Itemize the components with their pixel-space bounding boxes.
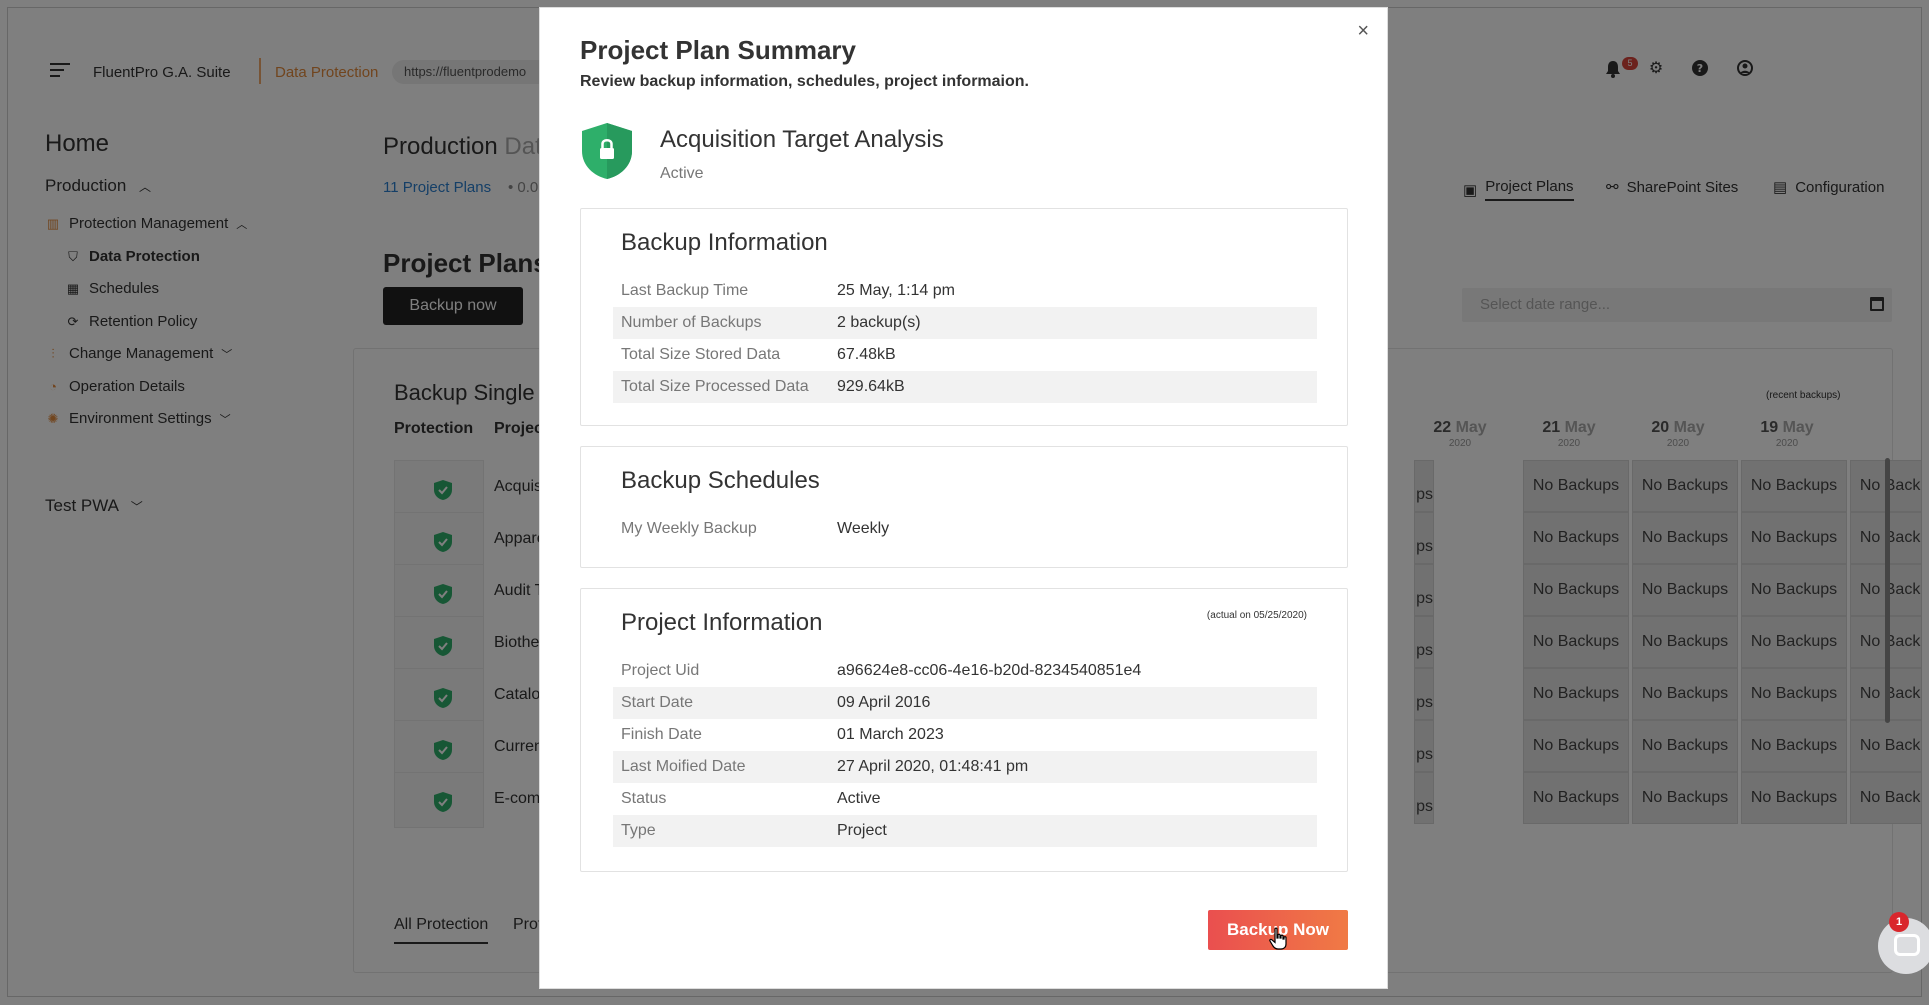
kv-value: 929.64kB	[837, 378, 905, 395]
kv-key: Project Uid	[621, 662, 700, 679]
kv-key: Total Size Processed Data	[621, 378, 809, 395]
kv-key: Start Date	[621, 694, 694, 711]
kv-row: Status Active	[613, 783, 1317, 815]
kv-row: Total Size Processed Data 929.64kB	[613, 371, 1317, 403]
kv-key: Number of Backups	[621, 314, 762, 331]
project-plan-summary-modal: × Project Plan Summary Review backup inf…	[539, 7, 1388, 989]
kv-key: Last Moified Date	[621, 758, 746, 775]
kv-row: My Weekly Backup Weekly	[613, 513, 1317, 545]
card-title: Backup Schedules	[621, 467, 820, 494]
backup-schedules-card: Backup Schedules My Weekly Backup Weekly	[580, 446, 1348, 568]
kv-key: Status	[621, 790, 667, 807]
kv-value: a96624e8-cc06-4e16-b20d-8234540851e4	[837, 662, 1142, 679]
modal-title: Project Plan Summary	[580, 35, 856, 65]
project-name: Acquisition Target Analysis	[660, 126, 944, 153]
kv-key: Type	[621, 822, 656, 839]
kv-row: Finish Date 01 March 2023	[613, 719, 1317, 751]
kv-value: 25 May, 1:14 pm	[837, 282, 955, 299]
card-title: Backup Information	[621, 229, 828, 256]
project-information-card: Project Information (actual on 05/25/202…	[580, 588, 1348, 872]
kv-value: 09 April 2016	[837, 694, 931, 711]
modal-subtitle: Review backup information, schedules, pr…	[580, 73, 1029, 90]
kv-row: Start Date 09 April 2016	[613, 687, 1317, 719]
kv-value: Active	[837, 790, 881, 807]
kv-row: Total Size Stored Data 67.48kB	[613, 339, 1317, 371]
kv-key: Last Backup Time	[621, 282, 749, 299]
kv-row: Project Uid a96624e8-cc06-4e16-b20d-8234…	[613, 655, 1317, 687]
kv-value: 27 April 2020, 01:48:41 pm	[837, 758, 1029, 775]
kv-value: 67.48kB	[837, 346, 896, 363]
kv-key: Finish Date	[621, 726, 702, 743]
backup-information-card: Backup Information Last Backup Time 25 M…	[580, 208, 1348, 426]
kv-row: Last Backup Time 25 May, 1:14 pm	[613, 275, 1317, 307]
kv-key: My Weekly Backup	[621, 520, 757, 537]
project-status: Active	[660, 165, 704, 182]
hand-cursor-icon	[1269, 927, 1287, 950]
kv-value: Project	[837, 822, 887, 839]
kv-row: Type Project	[613, 815, 1317, 847]
shield-lock-icon	[582, 123, 632, 179]
kv-value: 2 backup(s)	[837, 314, 921, 331]
kv-value: 01 March 2023	[837, 726, 944, 743]
chat-icon	[1894, 934, 1920, 956]
kv-row: Number of Backups 2 backup(s)	[613, 307, 1317, 339]
kv-value: Weekly	[837, 520, 890, 537]
close-icon[interactable]: ×	[1357, 20, 1369, 43]
card-title: Project Information	[621, 609, 823, 636]
chat-badge: 1	[1889, 912, 1909, 932]
actual-date-note: (actual on 05/25/2020)	[1206, 610, 1307, 621]
kv-key: Total Size Stored Data	[621, 346, 781, 363]
kv-row: Last Moified Date 27 April 2020, 01:48:4…	[613, 751, 1317, 783]
